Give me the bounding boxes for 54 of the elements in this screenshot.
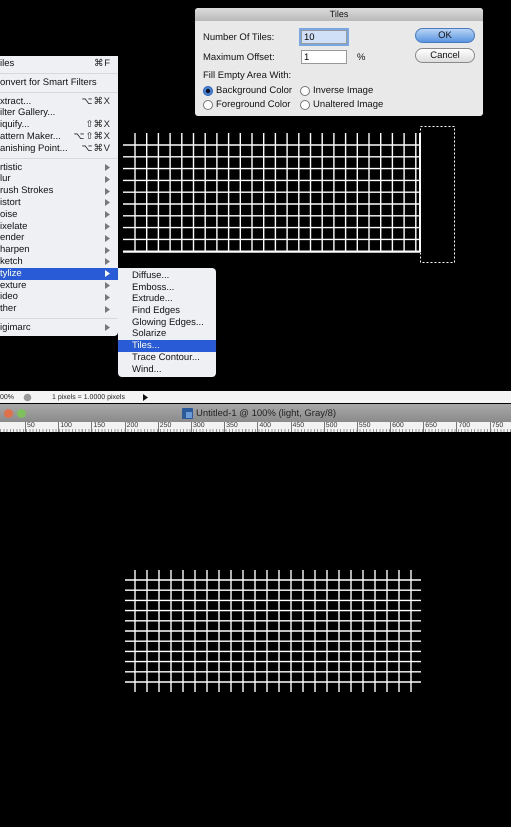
menu-item[interactable]: Wind... (118, 364, 216, 376)
menu-item[interactable]: Trace Contour... (118, 352, 216, 364)
field-label: Maximum Offset: (203, 52, 276, 62)
radio-button[interactable] (300, 100, 310, 110)
menu-item[interactable]: attern Maker... ⌥⇧⌘X (0, 130, 118, 143)
menu-item[interactable]: rush Strokes (0, 185, 118, 197)
input-field[interactable]: 10 (301, 30, 347, 44)
radio-button[interactable] (203, 86, 213, 96)
menu-item[interactable]: iquify... ⇧⌘X (0, 119, 118, 131)
radio-option[interactable]: Foreground Color (203, 99, 292, 110)
menu-item[interactable]: Diffuse... (118, 270, 216, 282)
menu-item[interactable]: ideo (0, 291, 118, 304)
menu-item[interactable]: Extrude... (118, 293, 216, 306)
dialog-button[interactable]: Cancel (415, 48, 475, 63)
menu-item[interactable]: rtistic (0, 162, 118, 174)
menu-item[interactable]: Glowing Edges... (118, 316, 216, 328)
menu-item[interactable]: istort (0, 196, 118, 209)
fill-label: Fill Empty Area With: (203, 70, 292, 81)
input-field[interactable]: 1 (301, 50, 347, 64)
status-circle-icon[interactable] (23, 392, 32, 402)
menu-item[interactable]: ilter Gallery... (0, 107, 118, 120)
menu-item[interactable]: ixelate (0, 220, 118, 232)
radio-label: Foreground Color (216, 99, 290, 110)
menu-item[interactable]: exture (0, 280, 118, 292)
radio-option[interactable]: Unaltered Image (300, 99, 384, 110)
dialog-title: Tiles (195, 8, 483, 21)
field-label: Number Of Tiles: (203, 32, 276, 42)
menu-item[interactable]: Find Edges (118, 305, 216, 317)
menu-item[interactable]: oise (0, 208, 118, 221)
document-icon (182, 408, 193, 418)
radio-button[interactable] (300, 86, 310, 96)
menu-item[interactable]: tylize (0, 268, 118, 280)
menu-item[interactable]: onvert for Smart Filters (0, 76, 118, 89)
menu-item[interactable]: lur (0, 173, 118, 186)
menu-item[interactable]: anishing Point... ⌥⌘V (0, 142, 118, 155)
window-title: Untitled-1 @ 100% (light, Gray/8) (196, 408, 336, 418)
menu-item[interactable]: iles ⌘F (0, 58, 118, 70)
radio-label: Unaltered Image (313, 99, 384, 110)
triangle-icon[interactable] (143, 394, 148, 400)
menu-item[interactable]: ketch (0, 256, 118, 268)
radio-label: Inverse Image (313, 85, 374, 96)
menu-item[interactable]: igimarc (0, 322, 118, 334)
menu-item[interactable]: Emboss... (118, 282, 216, 294)
radio-option[interactable]: Inverse Image (300, 85, 384, 96)
menu-item[interactable]: Tiles... (118, 340, 216, 352)
unit-label: % (357, 52, 366, 62)
radio-button[interactable] (203, 100, 213, 110)
menu-item[interactable]: Solarize (118, 328, 216, 340)
menu-item[interactable]: xtract... ⌥⌘X (0, 96, 118, 108)
menu-item[interactable]: ender (0, 232, 118, 244)
submenu-arrow-icon (105, 324, 110, 332)
menu-item[interactable]: ther (0, 303, 118, 315)
menu-item[interactable]: harpen (0, 244, 118, 256)
dialog-button[interactable]: OK (415, 28, 475, 43)
